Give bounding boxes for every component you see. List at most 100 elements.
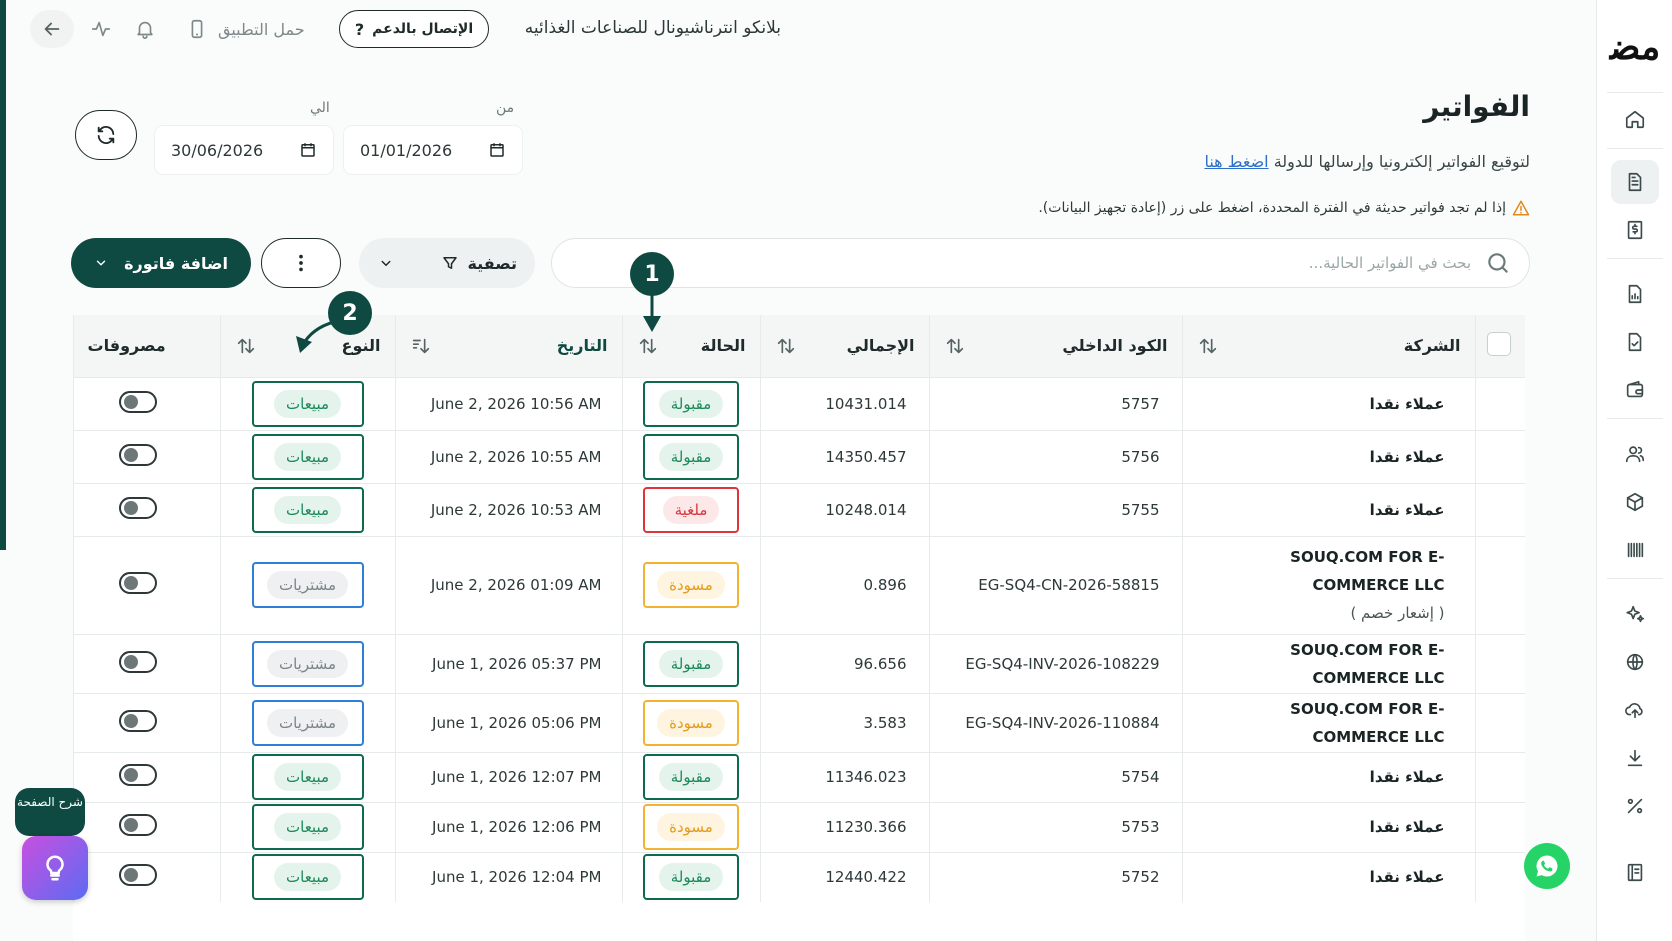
- table-row[interactable]: عملاء نقدا 5755 10248.014 ملغية June 2, 2026…: [73, 482, 1525, 536]
- expenses-cell: [73, 751, 220, 802]
- invoices-table: الشركة الكود الداخلي الإجمالي الحالة الت…: [73, 315, 1525, 941]
- click-here-link[interactable]: اضغط هنا: [1204, 152, 1268, 171]
- sort-icon[interactable]: [637, 335, 659, 357]
- sidebar-item-download[interactable]: [1611, 736, 1659, 780]
- col-company-label: الشركة: [1403, 336, 1461, 356]
- page-help-button[interactable]: [22, 836, 88, 900]
- company-name[interactable]: بلانكو انترناشيونال للصناعات الغذائيه: [525, 18, 781, 38]
- back-button[interactable]: [30, 10, 74, 48]
- sidebar-item-invoices[interactable]: [1611, 160, 1659, 204]
- app-logo[interactable]: ﻣﻀ: [1607, 22, 1663, 72]
- contact-support-button[interactable]: الإتصال بالدعم ?: [339, 10, 489, 48]
- status-badge-frame: مسودة: [643, 804, 739, 850]
- table-row[interactable]: SOUQ.COM FOR E-COMMERCE LLC EG-SQ4-INV-20…: [73, 633, 1525, 693]
- sort-icon[interactable]: [775, 335, 797, 357]
- status-cell: مسودة: [621, 535, 760, 634]
- table-row[interactable]: عملاء نقدا 5754 11346.023 مقبولة June 1, 202…: [73, 751, 1525, 802]
- sidebar-item-taxes[interactable]: [1611, 784, 1659, 828]
- total-cell: 10431.014: [759, 376, 929, 430]
- sort-icon[interactable]: [235, 335, 257, 357]
- download-app-label: حمل التطبيق: [218, 19, 305, 39]
- to-date-value: 30/06/2026: [171, 140, 264, 160]
- page-help-label[interactable]: شرح الصفحة: [15, 788, 85, 836]
- expenses-toggle[interactable]: [118, 764, 157, 786]
- sidebar-item-upload[interactable]: [1611, 688, 1659, 732]
- sidebar-item-integrations[interactable]: [1611, 640, 1659, 684]
- table-row[interactable]: عملاء نقدا 5756 14350.457 مقبولة June 2, 202…: [73, 429, 1525, 483]
- col-expenses-label: مصروفات: [87, 336, 166, 356]
- type-badge: مبيعات: [274, 389, 342, 418]
- expenses-toggle[interactable]: [118, 443, 157, 466]
- sidebar-item-home[interactable]: [1611, 97, 1659, 141]
- internal-code-cell: EG-SQ4-CN-2026-58815: [928, 535, 1182, 634]
- type-cell: مبيعات: [219, 429, 395, 483]
- col-status[interactable]: الحالة: [621, 315, 760, 377]
- status-badge: مقبولة: [658, 389, 724, 418]
- sidebar-item-ai[interactable]: [1611, 592, 1659, 636]
- activity-button[interactable]: [86, 14, 116, 44]
- expenses-toggle[interactable]: [118, 650, 157, 673]
- add-invoice-button[interactable]: اضافة فاتورة: [71, 238, 251, 288]
- chevron-down-icon: [96, 260, 106, 266]
- sidebar-item-reports[interactable]: [1611, 272, 1659, 316]
- type-cell: مشتريات: [219, 535, 395, 634]
- expenses-toggle[interactable]: [118, 496, 157, 519]
- status-badge-frame: مقبولة: [643, 433, 739, 480]
- sidebar-item-wallet[interactable]: [1611, 368, 1659, 412]
- refresh-data-button[interactable]: [75, 110, 137, 160]
- table-row[interactable]: SOUQ.COM FOR E-COMMERCE LLC ( إشعار خصم )…: [73, 535, 1525, 634]
- status-cell: مقبولة: [621, 429, 760, 483]
- col-internal-code[interactable]: الكود الداخلي: [928, 315, 1182, 377]
- app-root: ﻣﻀ بلانكو انترناشيونال للصناعات الغذائيه…: [0, 0, 1672, 941]
- select-all-checkbox[interactable]: [1487, 331, 1511, 356]
- to-date-field[interactable]: 30/06/2026: [155, 126, 333, 174]
- col-date[interactable]: التاريخ: [394, 315, 622, 377]
- table-row[interactable]: عملاء نقدا 5757 10431.014 مقبولة June 2, 202…: [73, 376, 1525, 430]
- filter-icon: [443, 257, 458, 269]
- from-date-field[interactable]: 01/01/2026: [344, 126, 522, 174]
- sidebar-item-ledger[interactable]: [1611, 850, 1659, 894]
- expenses-toggle[interactable]: [118, 390, 157, 413]
- search-icon[interactable]: [1485, 250, 1511, 276]
- status-badge: مقبولة: [658, 442, 724, 471]
- from-date-value: 01/01/2026: [360, 140, 453, 160]
- warning-text: إذا لم تجد فواتير حديثة في الفترة المحدد…: [1038, 200, 1506, 216]
- wallet-icon: [1626, 380, 1644, 398]
- expenses-toggle[interactable]: [118, 814, 157, 836]
- download-app-link[interactable]: حمل التطبيق: [186, 14, 305, 44]
- sidebar-item-barcodes[interactable]: [1611, 528, 1659, 572]
- sort-icon[interactable]: [1197, 335, 1219, 357]
- type-badge: مشتريات: [266, 571, 349, 599]
- table-row[interactable]: عملاء نقدا 5753 11230.366 مسودة June 1, 2026…: [73, 801, 1525, 852]
- expenses-toggle[interactable]: [118, 864, 157, 887]
- notifications-button[interactable]: [130, 14, 160, 44]
- col-total[interactable]: الإجمالي: [759, 315, 929, 377]
- filter-label: تصفية: [467, 253, 517, 273]
- company-name: عملاء نقدا: [1369, 394, 1445, 413]
- sidebar-item-products[interactable]: [1611, 480, 1659, 524]
- col-total-label: الإجمالي: [846, 336, 915, 356]
- sort-descending-icon[interactable]: [410, 335, 432, 357]
- subtitle-text: لتوقيع الفواتير إلكترونيا وإرسالها للدول…: [1273, 152, 1530, 171]
- col-company[interactable]: الشركة: [1181, 315, 1475, 377]
- expenses-cell: [73, 535, 220, 634]
- type-cell: مشتريات: [219, 633, 395, 693]
- expenses-toggle[interactable]: [118, 572, 157, 594]
- status-badge: مسودة: [657, 813, 725, 841]
- table-row[interactable]: SOUQ.COM FOR E-COMMERCE LLC EG-SQ4-INV-20…: [73, 692, 1525, 752]
- internal-code-cell: EG-SQ4-INV-2026-110884: [928, 692, 1182, 752]
- more-options-button[interactable]: [261, 238, 341, 288]
- date-cell: June 1, 2026 05:06 PM: [394, 692, 622, 752]
- whatsapp-button[interactable]: [1524, 843, 1570, 889]
- type-badge-frame: مبيعات: [251, 433, 364, 480]
- table-row[interactable]: عملاء نقدا 5752 12440.422 مقبولة June 1, 202…: [73, 851, 1525, 902]
- filter-button[interactable]: تصفية: [359, 238, 535, 288]
- search-input[interactable]: [570, 254, 1471, 272]
- add-invoice-label: اضافة فاتورة: [124, 253, 228, 273]
- sidebar-item-customers[interactable]: [1611, 432, 1659, 476]
- sidebar-item-approvals[interactable]: [1611, 320, 1659, 364]
- sort-icon[interactable]: [944, 335, 966, 357]
- sidebar-item-receipts[interactable]: [1611, 208, 1659, 252]
- expenses-toggle[interactable]: [118, 709, 157, 732]
- status-badge: ملغية: [662, 495, 720, 524]
